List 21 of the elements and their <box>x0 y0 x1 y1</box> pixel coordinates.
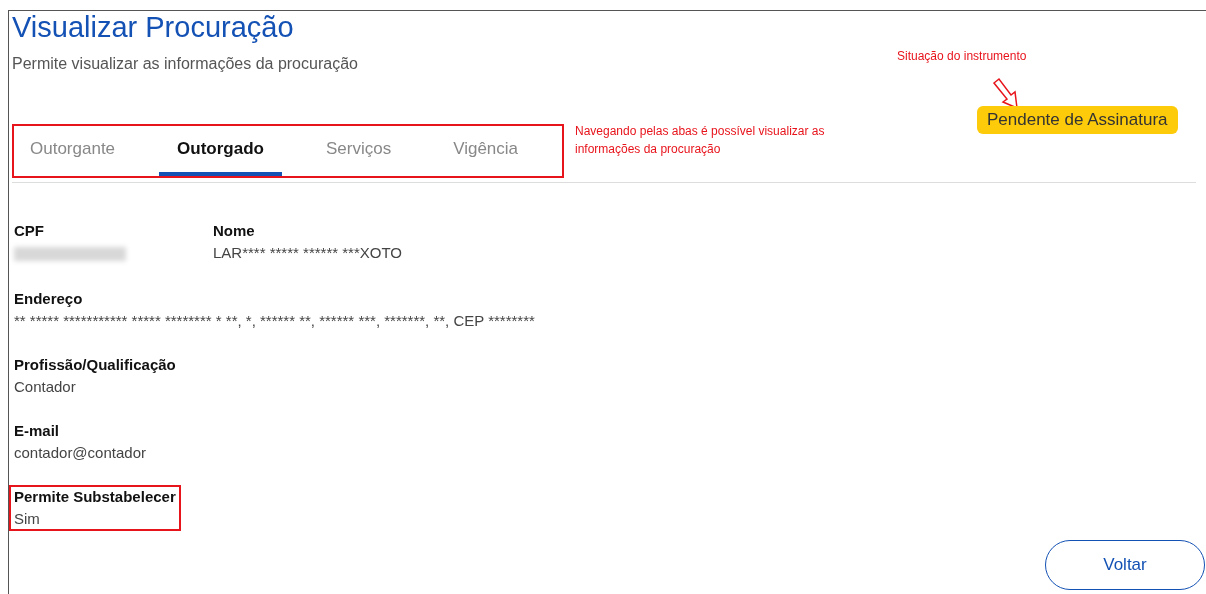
page-title: Visualizar Procuração <box>12 11 295 43</box>
field-label: E-mail <box>14 422 60 439</box>
field-value: LAR**** ***** ****** ***XOTO <box>213 244 402 261</box>
field-label: Profissão/Qualificação <box>14 356 176 373</box>
field-value: Sim <box>14 510 41 527</box>
field-value: ** ***** *********** ***** ******** * **, *, ****** **, ****** ***, *******, **, CEP ******** <box>14 312 535 329</box>
field-label: Endereço <box>14 290 84 307</box>
tab[interactable]: Vigência <box>435 126 537 176</box>
annotation-text: Navegando pelas abas é possível visualizar as informações da procuração <box>575 123 826 158</box>
back-button[interactable]: Voltar <box>1045 540 1205 590</box>
field-label: CPF <box>14 222 45 239</box>
tab[interactable]: Outorgado <box>159 126 282 176</box>
field-value: Contador <box>14 378 77 395</box>
field-value: contador@contador <box>14 444 146 461</box>
page-subtitle: Permite visualizar as informações da procuração <box>12 55 358 73</box>
field-label: Permite Substabelecer <box>14 488 176 505</box>
status-badge: Pendente de Assinatura <box>977 106 1178 134</box>
annotation-text: Situação do instrumento <box>897 48 1027 65</box>
tab[interactable]: Outorgante <box>16 126 134 176</box>
tab[interactable]: Serviços <box>307 126 410 176</box>
field-label: Nome <box>213 222 256 239</box>
